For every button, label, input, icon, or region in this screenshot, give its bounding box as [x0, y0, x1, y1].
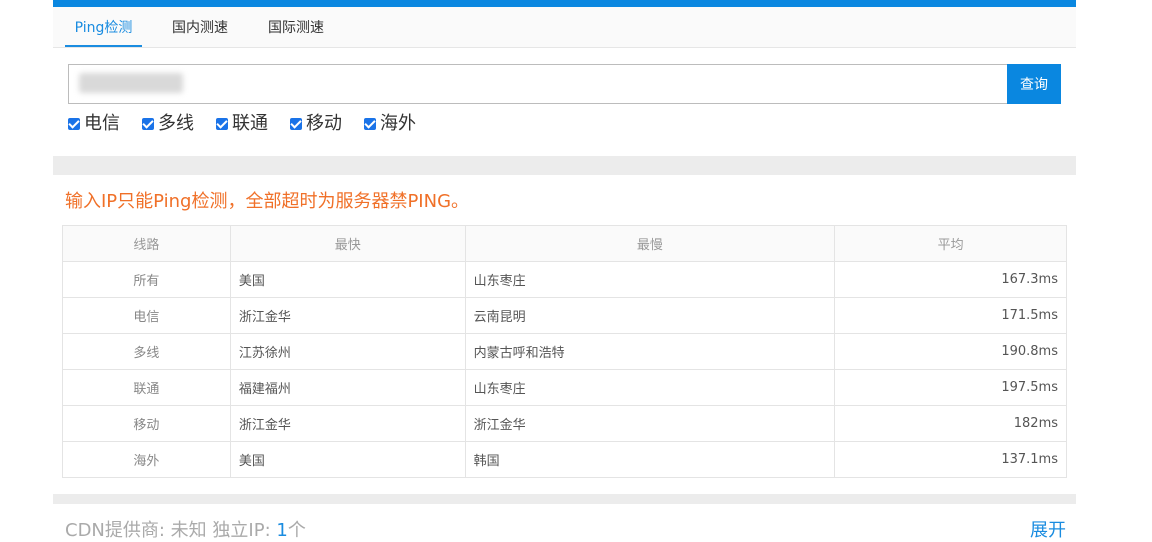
cell-average: 137.1ms — [834, 441, 1067, 478]
checkbox-label: 电信 — [84, 113, 120, 134]
checkbox-label: 海外 — [380, 113, 416, 134]
cell-slowest: 山东枣庄 — [464, 261, 836, 298]
cell-line: 电信 — [62, 297, 231, 334]
table-row: 海外 美国 韩国 137.1ms — [62, 441, 1067, 478]
cell-slowest: 云南昆明 — [464, 297, 836, 334]
table-row: 所有 美国 山东枣庄 167.3ms — [62, 261, 1067, 298]
cell-fastest: 浙江金华 — [229, 405, 466, 442]
expand-link[interactable]: 展开 — [1030, 516, 1066, 542]
cell-average: 167.3ms — [834, 261, 1067, 298]
cell-slowest: 浙江金华 — [464, 405, 836, 442]
cell-fastest: 福建福州 — [229, 369, 466, 406]
checkbox-checked-icon[interactable] — [142, 118, 154, 130]
cell-line: 多线 — [62, 333, 231, 370]
cell-slowest: 山东枣庄 — [464, 369, 836, 406]
cell-line: 移动 — [62, 405, 231, 442]
cell-average: 190.8ms — [834, 333, 1067, 370]
table-row: 移动 浙江金华 浙江金华 182ms — [62, 405, 1067, 442]
tab-bar: Ping检测 国内测速 国际测速 — [53, 7, 1076, 48]
header-slowest: 最慢 — [464, 225, 836, 262]
section-divider — [53, 156, 1076, 175]
section-divider — [53, 494, 1076, 504]
header-average: 平均 — [834, 225, 1067, 262]
cell-line: 所有 — [62, 261, 231, 298]
checkbox-label: 多线 — [158, 113, 194, 134]
cell-average: 197.5ms — [834, 369, 1067, 406]
checkbox-label: 联通 — [232, 113, 268, 134]
table-row: 联通 福建福州 山东枣庄 197.5ms — [62, 369, 1067, 406]
search-input[interactable] — [68, 64, 1026, 104]
ping-notice: 输入IP只能Ping检测，全部超时为服务器禁PING。 — [65, 191, 470, 212]
checkbox-checked-icon[interactable] — [290, 118, 302, 130]
cell-line: 海外 — [62, 441, 231, 478]
tab-domestic-speed[interactable]: 国内测速 — [165, 7, 235, 45]
header-fastest: 最快 — [229, 225, 466, 262]
checkbox-checked-icon[interactable] — [216, 118, 228, 130]
table-header-row: 线路 最快 最慢 平均 — [62, 225, 1067, 262]
cdn-info: CDN提供商: 未知 独立IP: 1个 — [65, 516, 306, 542]
cell-fastest: 美国 — [229, 261, 466, 298]
cell-line: 联通 — [62, 369, 231, 406]
header-line: 线路 — [62, 225, 231, 262]
blurred-input-value — [79, 73, 183, 93]
cell-slowest: 内蒙古呼和浩特 — [464, 333, 836, 370]
cell-average: 171.5ms — [834, 297, 1067, 334]
top-accent-bar — [53, 0, 1076, 7]
cell-fastest: 美国 — [229, 441, 466, 478]
cell-average: 182ms — [834, 405, 1067, 442]
results-table: 线路 最快 最慢 平均 所有 美国 山东枣庄 167.3ms 电信 浙江金华 云… — [62, 225, 1067, 478]
cell-slowest: 韩国 — [464, 441, 836, 478]
cell-fastest: 江苏徐州 — [229, 333, 466, 370]
tab-ping[interactable]: Ping检测 — [65, 7, 142, 47]
query-button[interactable]: 查询 — [1007, 64, 1061, 104]
checkbox-checked-icon[interactable] — [364, 118, 376, 130]
checkbox-checked-icon[interactable] — [68, 118, 80, 130]
table-row: 多线 江苏徐州 内蒙古呼和浩特 190.8ms — [62, 333, 1067, 370]
checkbox-label: 移动 — [306, 113, 342, 134]
table-row: 电信 浙江金华 云南昆明 171.5ms — [62, 297, 1067, 334]
tab-international-speed[interactable]: 国际测速 — [261, 7, 331, 45]
cell-fastest: 浙江金华 — [229, 297, 466, 334]
ping-panel: Ping检测 国内测速 国际测速 查询 电信 多线 联通 移动 海外 输入IP只… — [53, 0, 1076, 541]
